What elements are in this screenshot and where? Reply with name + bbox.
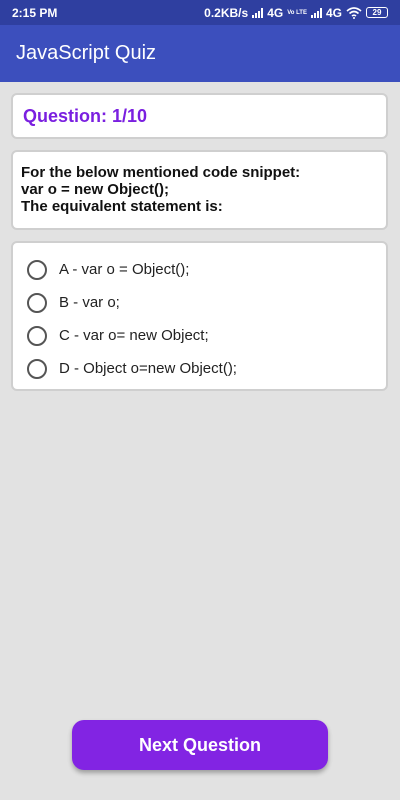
wifi-icon [346, 6, 362, 19]
question-line-3: The equivalent statement is: [21, 198, 223, 215]
status-bar: 2:15 PM 0.2KB/s 4G Vo LTE 4G 29 [0, 0, 400, 25]
network-type-1: 4G [267, 5, 284, 20]
option-a-label: A - var o = Object(); [59, 261, 190, 278]
option-b[interactable]: B - var o; [13, 286, 386, 319]
radio-button-b[interactable] [27, 292, 47, 313]
option-b-label: B - var o; [59, 294, 120, 311]
question-number-card: Question: 1/10 [11, 93, 388, 139]
app-title: JavaScript Quiz [16, 42, 157, 64]
question-number: Question: 1/10 [23, 105, 148, 126]
network-speed: 0.2KB/s [204, 5, 249, 20]
status-time: 2:15 PM [12, 5, 58, 20]
radio-button-d[interactable] [27, 358, 47, 379]
option-c[interactable]: C - var o= new Object; [13, 319, 386, 352]
question-line-1: For the below mentioned code snippet: [21, 164, 301, 181]
options-card: A - var o = Object(); B - var o; C - var… [11, 241, 388, 391]
network-type-2: 4G [325, 5, 342, 20]
signal-icon [252, 7, 264, 18]
battery-icon: 29 [366, 7, 388, 18]
status-icons: 0.2KB/s 4G Vo LTE 4G 29 [204, 6, 388, 20]
radio-button-c[interactable] [27, 325, 47, 346]
option-d-label: D - Object o=new Object(); [59, 360, 237, 377]
volte-icon: Vo LTE [287, 9, 307, 16]
option-c-label: C - var o= new Object; [59, 327, 209, 344]
option-a[interactable]: A - var o = Object(); [13, 253, 386, 286]
option-d[interactable]: D - Object o=new Object(); [13, 352, 386, 385]
question-text-card: For the below mentioned code snippet: va… [11, 150, 388, 230]
question-line-2: var o = new Object(); [21, 181, 169, 198]
signal-icon-2 [310, 7, 322, 18]
radio-button-a[interactable] [27, 259, 47, 280]
app-bar: JavaScript Quiz [0, 25, 400, 82]
next-question-button[interactable]: Next Question [72, 720, 328, 770]
